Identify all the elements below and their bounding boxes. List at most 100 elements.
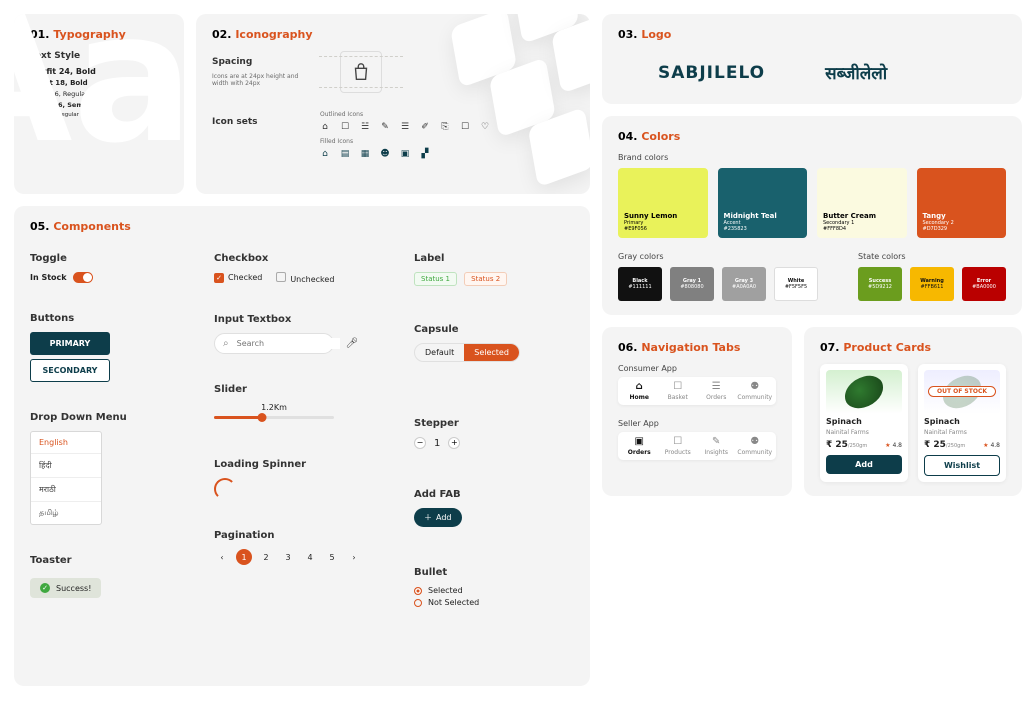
spinner-title: Loading Spinner: [214, 459, 390, 470]
stepper-minus[interactable]: −: [414, 437, 426, 449]
dropdown-item[interactable]: हिंदी: [31, 453, 101, 477]
toaster-title: Toaster: [30, 555, 190, 566]
outlined-label: Outlined Icons: [320, 111, 550, 118]
consumer-app-title: Consumer App: [618, 364, 776, 373]
stepper-value: 1: [434, 438, 440, 449]
dropdown-title: Drop Down Menu: [30, 412, 190, 423]
product-card-available[interactable]: Spinach Nainital Farms ₹ 25/250gm ★ 4.8 …: [820, 364, 908, 482]
pagination-title: Pagination: [214, 530, 390, 541]
chat-icon: ☌: [500, 122, 510, 132]
list-filled-icon: ▤: [340, 149, 350, 159]
add-to-cart-button[interactable]: Add: [826, 455, 902, 474]
page-1[interactable]: 1: [236, 549, 252, 565]
slider[interactable]: [214, 416, 334, 419]
color-swatch: White#F5F5F5: [774, 267, 818, 301]
tab-icon: ⚉: [750, 436, 759, 447]
outlined-icons-row: ⌂☐☱✎☰✐⎘☐♡☌↗⚙: [320, 122, 550, 132]
product-card-oos[interactable]: OUT OF STOCK Spinach Nainital Farms ₹ 25…: [918, 364, 1006, 482]
product-name: Spinach: [826, 417, 902, 426]
bullet-title: Bullet: [414, 567, 574, 578]
page-4[interactable]: 4: [302, 549, 318, 565]
input-title: Input Textbox: [214, 314, 390, 325]
page-5[interactable]: 5: [324, 549, 340, 565]
spacing-title: Spacing: [212, 57, 302, 67]
slider-title: Slider: [214, 384, 390, 395]
toggle-switch[interactable]: [73, 272, 93, 283]
stepper-plus[interactable]: +: [448, 437, 460, 449]
nav-tab[interactable]: ▣Orders: [620, 436, 659, 456]
wishlist-button[interactable]: Wishlist: [924, 455, 1000, 476]
components-card: 05. Components Toggle In Stock Buttons P…: [14, 206, 590, 686]
slider-value: 1.2Km: [214, 403, 334, 412]
filled-label: Filled Icons: [320, 138, 550, 145]
clipboard-icon: ☱: [360, 122, 370, 132]
primary-button[interactable]: PRIMARY: [30, 332, 110, 355]
dropdown-item[interactable]: தமிழ்: [31, 501, 101, 524]
page-prev[interactable]: ‹: [214, 549, 230, 565]
tab-icon: ☐: [673, 381, 682, 392]
nav-tab[interactable]: ⚉Community: [736, 381, 775, 401]
type-scale-list: Outfit 24, Bold Outfit 18, Bold Outfit 1…: [30, 67, 168, 118]
nav-tab[interactable]: ☰Orders: [697, 381, 736, 401]
filled-icons-row: ⌂▤▦☻▣▞: [320, 149, 550, 159]
search-input-wrap[interactable]: ⌕ 🎤︎: [214, 333, 334, 354]
chart-filled-icon: ▞: [420, 149, 430, 159]
loading-spinner: [214, 478, 236, 500]
nav-tab[interactable]: ✎Insights: [697, 436, 736, 456]
color-swatch: Sunny LemonPrimary#E9F056: [618, 168, 708, 238]
tab-icon: ⚉: [750, 381, 759, 392]
search-input[interactable]: [235, 338, 340, 349]
page-2[interactable]: 2: [258, 549, 274, 565]
product-image: OUT OF STOCK: [924, 370, 1000, 414]
radio-selected[interactable]: Selected: [414, 586, 574, 595]
iconography-card: 02. Iconography Spacing Icons are at 24p…: [196, 14, 590, 194]
logo-hindi: सब्जीलेलो: [825, 61, 887, 84]
nav-tab[interactable]: ☐Products: [659, 436, 698, 456]
radio-unselected[interactable]: Not Selected: [414, 598, 574, 607]
fab-title: Add FAB: [414, 489, 574, 500]
stepper-title: Stepper: [414, 418, 574, 429]
iconsets-title: Icon sets: [212, 117, 302, 157]
grid-filled-icon: ▦: [360, 149, 370, 159]
toggle-title: Toggle: [30, 253, 190, 264]
nav-tab[interactable]: ☐Basket: [659, 381, 698, 401]
dropdown-item[interactable]: मराठी: [31, 477, 101, 501]
checkbox-unchecked[interactable]: Unchecked: [276, 272, 334, 284]
dropdown-menu[interactable]: English हिंदी मराठी தமிழ்: [30, 431, 102, 525]
capsule-toggle[interactable]: Default Selected: [414, 343, 520, 362]
navtabs-card: 06. Navigation Tabs Consumer App ⌂Home☐B…: [602, 327, 792, 496]
product-farm: Nainital Farms: [924, 429, 1000, 436]
page-3[interactable]: 3: [280, 549, 296, 565]
nav-tab[interactable]: ⌂Home: [620, 381, 659, 401]
bag-icon: ☐: [340, 122, 350, 132]
secondary-button[interactable]: SECONDARY: [30, 359, 110, 382]
settings-icon: ⚙: [540, 122, 550, 132]
spacing-note: Icons are at 24px height and width with …: [212, 73, 302, 87]
attach-icon: ⎘: [440, 122, 450, 132]
add-fab[interactable]: ＋ Add: [414, 508, 462, 527]
logo-english: SABJILELO: [658, 63, 765, 83]
product-farm: Nainital Farms: [826, 429, 902, 436]
product-cards-section: 07. Product Cards Spinach Nainital Farms…: [804, 327, 1022, 496]
nav-tab[interactable]: ⚉Community: [736, 436, 775, 456]
tab-icon: ⌂: [636, 381, 643, 392]
out-of-stock-badge: OUT OF STOCK: [928, 386, 996, 397]
mic-icon[interactable]: 🎤︎: [346, 338, 359, 349]
colors-card: 04. Colors Brand colors Sunny LemonPrima…: [602, 116, 1022, 315]
page-next[interactable]: ›: [346, 549, 362, 565]
color-swatch: Midnight TealAccent#235823: [718, 168, 808, 238]
capsule-default[interactable]: Default: [415, 344, 464, 361]
buttons-title: Buttons: [30, 313, 190, 324]
color-swatch: Error#BA0000: [962, 267, 1006, 301]
color-swatch: TangySecondary 2#D7D329: [917, 168, 1007, 238]
capsule-selected[interactable]: Selected: [464, 344, 519, 361]
camera-icon: ☐: [460, 122, 470, 132]
home-filled-icon: ⌂: [320, 149, 330, 159]
product-image: [826, 370, 902, 414]
state-swatches: Success#5D9212Warning#FFB611Error#BA0000: [858, 267, 1006, 301]
text-style-heading: Text Style: [30, 51, 168, 61]
search-icon: ⌕: [223, 338, 229, 349]
bag-filled-icon: ▣: [400, 149, 410, 159]
dropdown-item[interactable]: English: [31, 432, 101, 453]
checkbox-checked[interactable]: ✓Checked: [214, 273, 262, 283]
